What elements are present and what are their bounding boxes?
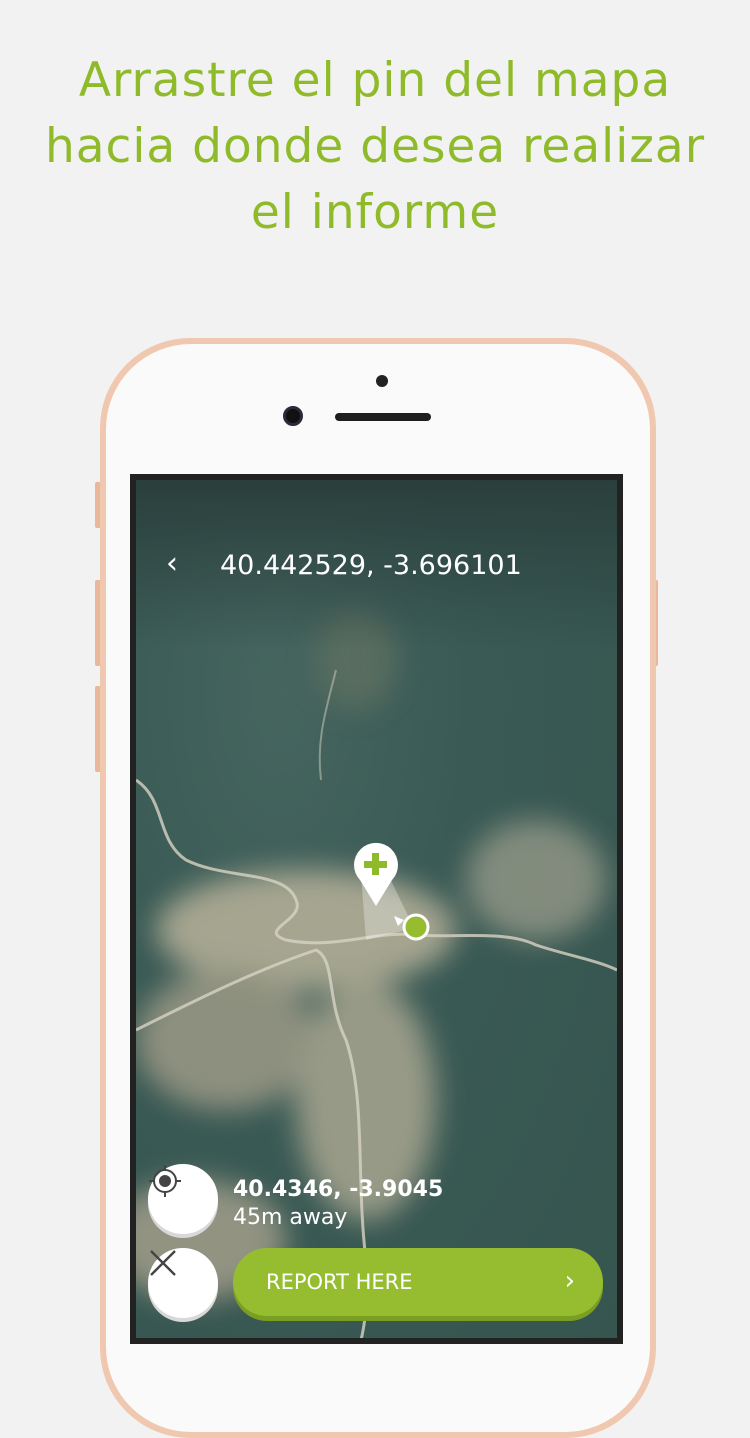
- front-camera: [283, 406, 303, 426]
- cancel-button[interactable]: [148, 1248, 218, 1318]
- speaker-grille: [335, 413, 431, 421]
- headline: Arrastre el pin del mapa hacia donde des…: [0, 48, 750, 246]
- crosshair-icon: [149, 1165, 181, 1197]
- report-here-label: REPORT HERE: [266, 1270, 413, 1294]
- current-coordinates: 40.4346, -3.9045: [233, 1177, 444, 1202]
- headline-line-1: Arrastre el pin del mapa: [78, 53, 672, 108]
- current-location-dot: [402, 913, 430, 941]
- headline-line-2: hacia donde desea realizar: [44, 119, 706, 174]
- report-here-button[interactable]: REPORT HERE ›: [233, 1248, 603, 1316]
- distance-away: 45m away: [233, 1205, 348, 1230]
- close-icon: [150, 1250, 176, 1276]
- recenter-location-button[interactable]: [148, 1164, 218, 1234]
- chevron-right-icon: ›: [564, 1266, 575, 1296]
- headline-line-3: el informe: [250, 185, 500, 240]
- phone-screen: ‹ 40.442529, -3.696101 40.4346, -3.9045 …: [130, 474, 623, 1344]
- sensor-dot: [376, 375, 388, 387]
- satellite-map[interactable]: ‹ 40.442529, -3.696101 40.4346, -3.9045 …: [136, 480, 617, 1338]
